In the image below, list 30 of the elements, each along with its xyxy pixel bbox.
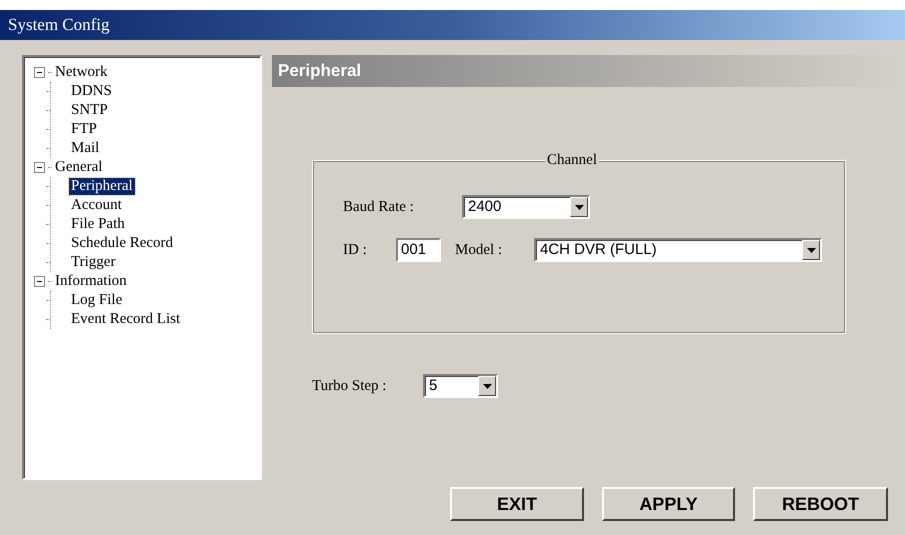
tree-item[interactable]: General xyxy=(53,159,104,176)
tree-item[interactable]: File Path xyxy=(69,216,127,233)
turbo-step-dropdown[interactable]: 5 xyxy=(423,374,498,398)
tree-item[interactable]: SNTP xyxy=(69,102,110,119)
model-dropdown[interactable]: 4CH DVR (FULL) xyxy=(534,238,822,262)
window-title: System Config xyxy=(8,14,110,36)
panel-title: Peripheral xyxy=(278,60,362,82)
collapse-icon[interactable] xyxy=(34,162,45,173)
collapse-icon[interactable] xyxy=(34,67,45,78)
dialog-button[interactable]: EXIT xyxy=(450,487,584,521)
tree-item[interactable]: Event Record List xyxy=(69,311,182,328)
tree-item[interactable]: Peripheral xyxy=(69,178,135,195)
tree-item[interactable]: Trigger xyxy=(69,254,118,271)
collapse-icon[interactable] xyxy=(34,276,45,287)
dialog-button[interactable]: REBOOT xyxy=(753,487,888,521)
field-label: Baud Rate : xyxy=(343,198,415,217)
field-label: ID : xyxy=(343,240,368,260)
tree-item[interactable]: Information xyxy=(53,273,129,290)
tree-item[interactable]: DDNS xyxy=(69,83,114,100)
id-field[interactable]: 001 xyxy=(396,238,441,262)
tree-item[interactable]: Account xyxy=(69,197,124,214)
field-label: Model : xyxy=(455,240,504,260)
tree-item[interactable]: Log File xyxy=(69,292,124,309)
tree-item[interactable]: Schedule Record xyxy=(69,235,176,252)
dialog-button[interactable]: APPLY xyxy=(602,487,735,521)
field-label: Turbo Step : xyxy=(312,376,388,396)
baud-rate-dropdown[interactable]: 2400 xyxy=(462,195,590,219)
tree-item[interactable]: Mail xyxy=(69,140,102,157)
tree-item[interactable]: Network xyxy=(53,64,110,81)
tree-item[interactable]: FTP xyxy=(69,121,99,138)
